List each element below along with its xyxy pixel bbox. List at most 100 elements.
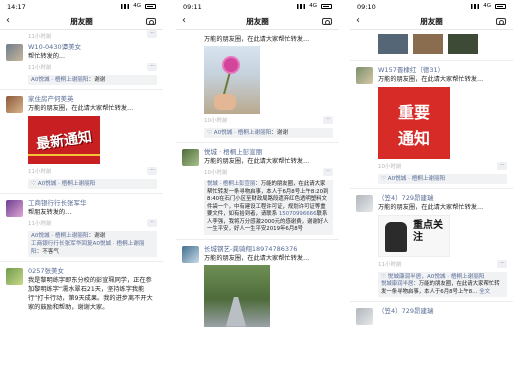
image-stripe	[28, 154, 100, 156]
comment-author[interactable]: A0悦城 · 梧桐上谢丽阳	[31, 233, 88, 239]
post-username[interactable]: W157晋棣红（德31）	[378, 66, 507, 75]
avatar[interactable]	[182, 245, 199, 263]
nav-bar: ‹ 朋友圈	[0, 14, 163, 30]
post-item: 0257张美女 我是黎明练字即东分校的彭宣珮同学，正在参加黎明练字“濡水翠石21…	[0, 264, 163, 314]
post-username[interactable]: 0257张美女	[28, 267, 157, 276]
more-actions-button[interactable]: ··	[147, 167, 157, 175]
post-time-text: 11小时前	[28, 169, 52, 175]
comment[interactable]: A0悦城 · 梧桐上谢丽阳：谢谢 工商银行行长张军华回复A0悦城 · 梧桐上谢丽…	[28, 231, 157, 257]
page-title: 朋友圈	[70, 17, 93, 26]
post-time: 11小时前 ··	[28, 63, 157, 73]
post-time: 11小时前 ··	[28, 167, 157, 177]
post-time: 10小时前 ··	[378, 162, 507, 172]
post-username[interactable]: 长城钢艺-龚骑翔18974786376	[204, 245, 333, 254]
more-actions-button[interactable]: ··	[323, 116, 333, 124]
post-text: 万能的朋友圈，在此请大家帮忙转发…	[28, 105, 134, 112]
avatar[interactable]	[182, 149, 199, 166]
more-actions-button[interactable]: ··	[147, 63, 157, 71]
page-title: 朋友圈	[246, 17, 269, 26]
post-image[interactable]	[204, 46, 260, 114]
image-caption: 重点关注	[413, 220, 443, 243]
post-time: 11小时前 ··	[28, 219, 157, 229]
avatar[interactable]	[6, 200, 23, 217]
more-actions-button[interactable]: ··	[497, 260, 507, 268]
post-item: 悦城 · 梧桐上彭宣丽 万能的朋友圈，在此请大家帮忙转发… 10小时前 ·· 悦…	[176, 145, 339, 237]
avatar[interactable]	[6, 96, 23, 113]
liker-name[interactable]: A0悦城 · 梧桐上谢丽阳	[38, 181, 95, 187]
like-list[interactable]: ♡ 悦城康润半居，A0悦城 · 梧桐上谢丽阳	[381, 273, 504, 281]
post-image[interactable]	[204, 264, 270, 327]
camera-icon[interactable]	[146, 18, 156, 25]
image-caption: 最新通知	[35, 129, 93, 153]
comment[interactable]: ♡ 悦城康润半居，A0悦城 · 梧桐上谢丽阳 悦城康润半居：万能的朋友圈，在此请…	[378, 272, 507, 297]
comment-author[interactable]: A0悦城 · 梧桐上谢丽阳	[31, 77, 88, 83]
post-time: 10小时前 ··	[204, 168, 333, 178]
post-image[interactable]: 重点关注	[378, 215, 450, 257]
post-text: 万能的朋友圈，在此请大家帮忙转发…	[204, 158, 310, 165]
post-divider	[0, 261, 163, 262]
more-actions-button[interactable]: ··	[147, 30, 157, 38]
avatar[interactable]	[6, 44, 23, 61]
post-username[interactable]: 家住房产何美英	[28, 95, 157, 104]
post-divider	[176, 238, 339, 240]
post-time: 11小时前 ··	[378, 260, 507, 270]
phone-screen-3: 09:10 4G ‹ 朋友圈 W157晋棣红（德31） 万能的朋友圈，在此请大家…	[350, 0, 513, 374]
page-title: 朋友圈	[420, 17, 443, 26]
post-item: 万能的朋友圈，在此请大家帮忙转发… 10小时前 ·· ♡ A0悦城 · 梧桐上谢…	[176, 30, 339, 140]
heart-icon: ♡	[381, 176, 387, 182]
post-divider	[350, 60, 513, 61]
status-time: 14:17	[7, 3, 26, 11]
like-list[interactable]: ♡ A0悦城 · 梧桐上谢丽阳：谢谢	[204, 128, 333, 138]
comment-author[interactable]: 悦城 · 梧桐上彭宣丽	[207, 181, 255, 187]
comment[interactable]: A0悦城 · 梧桐上谢丽阳：谢谢	[28, 75, 157, 85]
post-text: 万能的朋友圈，在此请大家帮忙转发…	[204, 36, 310, 43]
more-actions-button[interactable]: ··	[147, 219, 157, 227]
moments-feed[interactable]: 11小时前 ·· W10-0430谭美女 帮忙转发的… 11小时前 ·· A0悦…	[0, 30, 163, 314]
liker-name[interactable]: A0悦城 · 梧桐上谢丽阳	[388, 176, 445, 182]
image-flower	[224, 58, 238, 72]
full-text-link[interactable]: 全文	[479, 289, 490, 295]
heart-icon: ♡	[381, 274, 387, 280]
post-username[interactable]: W10-0430谭美女	[28, 43, 157, 52]
signal-icon	[121, 4, 129, 9]
post-text: 万能的朋友圈，在此请大家帮忙转发…	[204, 254, 310, 262]
moments-feed[interactable]: W157晋棣红（德31） 万能的朋友圈，在此请大家帮忙转发… 重要 通知 10小…	[350, 34, 513, 325]
post-username[interactable]: （笠4）729昂建瑞	[378, 194, 507, 203]
comment-body: 悦城康润半居：万能的朋友圈，在此请大家帮忙转发一条寻物启事，本人于6月8号上午8…	[381, 281, 500, 295]
more-actions-button[interactable]: ··	[323, 168, 333, 176]
camera-icon[interactable]	[496, 18, 506, 25]
signal-icon	[297, 4, 305, 9]
more-actions-button[interactable]: ··	[497, 162, 507, 170]
post-image[interactable]: 重要 通知	[378, 87, 450, 159]
phone-link[interactable]: 15070996666	[279, 211, 317, 217]
comment-body: 悦城 · 梧桐上彭宣丽：万能的朋友圈，在此请大家帮忙转发一条寻物启事，本人于6月…	[207, 181, 329, 232]
post-time-text: 10小时前	[378, 164, 402, 170]
post-username[interactable]: （笠4）729昂建瑞	[378, 307, 507, 316]
comment-text: 谢谢	[94, 233, 106, 239]
avatar[interactable]	[356, 67, 373, 84]
post-username[interactable]: 悦城 · 梧桐上彭宣丽	[204, 148, 333, 157]
phone-screen-2: 09:11 4G ‹ 朋友圈 万能的朋友圈，在此请大家帮忙转发… 10小时前 ·…	[176, 0, 339, 374]
liker-name[interactable]: A0悦城 · 梧桐上谢丽阳	[214, 130, 271, 136]
avatar[interactable]	[6, 268, 23, 285]
like-list[interactable]: ♡ A0悦城 · 梧桐上谢丽阳	[28, 179, 157, 189]
network-type: 4G	[483, 3, 491, 9]
comment-author[interactable]: 悦城康润半居	[381, 281, 413, 287]
camera-icon[interactable]	[322, 18, 332, 25]
post-image[interactable]: 最新通知	[28, 116, 100, 164]
post-time-text: 10小时前	[204, 118, 228, 124]
post-image[interactable]	[378, 34, 478, 54]
avatar[interactable]	[356, 195, 373, 212]
post-username[interactable]: 工商银行行长张军华	[28, 199, 157, 208]
post-divider	[350, 188, 513, 189]
comment-text: 不客气	[42, 249, 60, 255]
moments-feed[interactable]: 万能的朋友圈，在此请大家帮忙转发… 10小时前 ·· ♡ A0悦城 · 梧桐上谢…	[176, 30, 339, 331]
status-time: 09:11	[183, 3, 202, 11]
image-caption-line1: 重要	[397, 103, 430, 122]
avatar[interactable]	[356, 308, 373, 325]
like-list[interactable]: ♡ A0悦城 · 梧桐上谢丽阳	[378, 174, 507, 184]
liker-name[interactable]: 悦城康润半居，A0悦城 · 梧桐上谢丽阳	[388, 274, 485, 280]
heart-icon: ♡	[31, 181, 37, 187]
comment[interactable]: 悦城 · 梧桐上彭宣丽：万能的朋友圈，在此请大家帮忙转发一条寻物启事，本人于6月…	[204, 180, 333, 235]
post-text: 万能的朋友圈，在此请大家帮忙转发…	[378, 204, 484, 211]
